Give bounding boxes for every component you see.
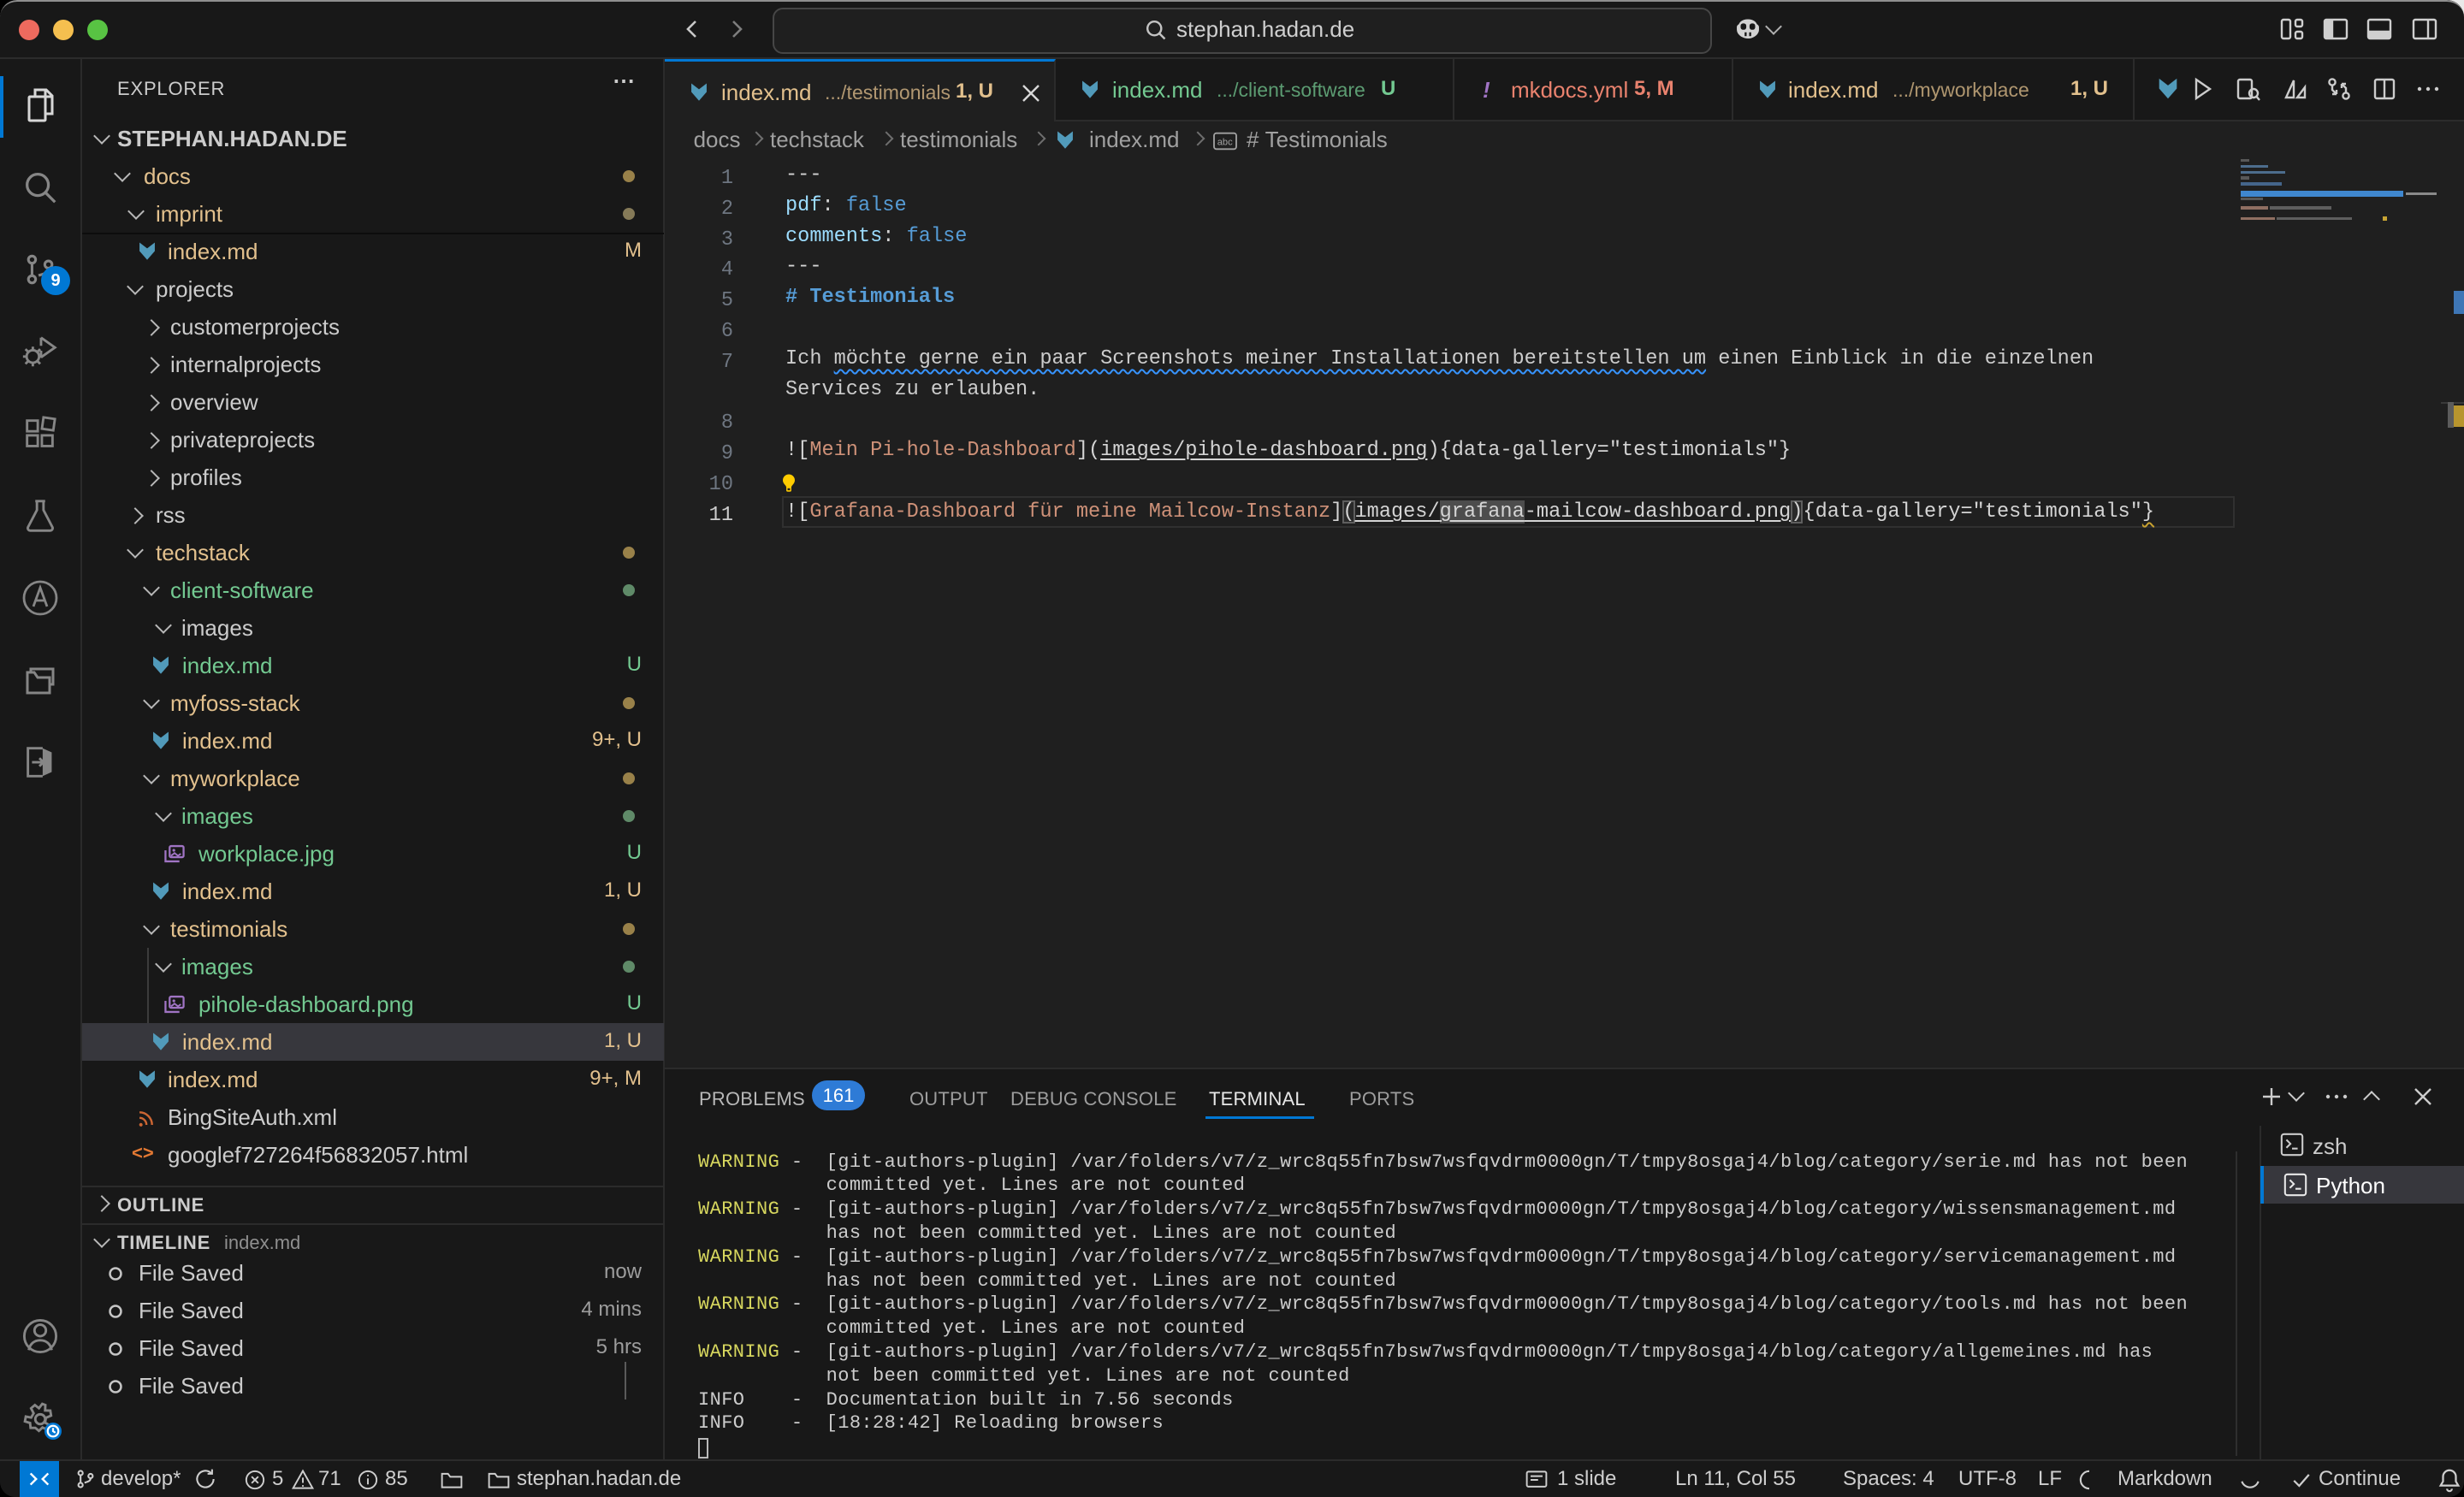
- svg-text:abc: abc: [1217, 138, 1233, 148]
